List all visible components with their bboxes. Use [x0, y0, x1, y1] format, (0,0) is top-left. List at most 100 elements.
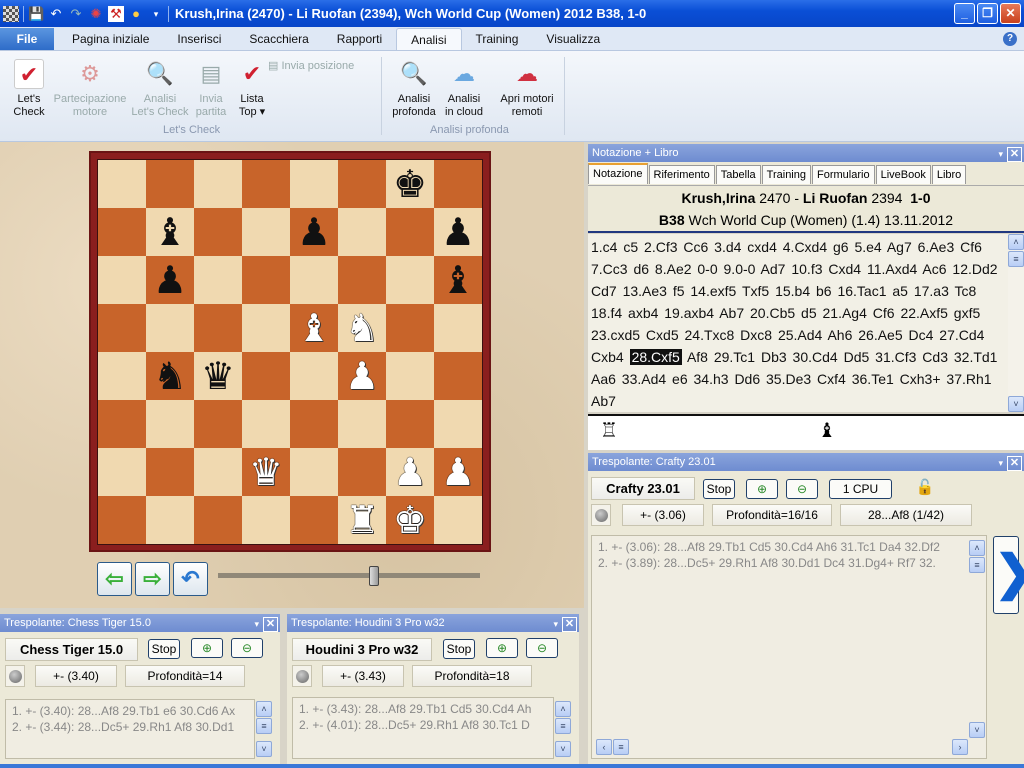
- engine-name[interactable]: Houdini 3 Pro w32: [292, 638, 432, 661]
- scroll-thumb[interactable]: ≡: [969, 557, 985, 573]
- houdini-analysis-lines[interactable]: 1. +- (3.43): 28...Af8 29.Tb1 Cd5 30.Cd4…: [292, 697, 554, 759]
- square-g4[interactable]: [386, 352, 434, 400]
- moves-before[interactable]: 1.c4 c5 2.Cf3 Cc6 3.d4 cxd4 4.Cxd4 g6 5.…: [591, 239, 998, 365]
- white-queen-icon[interactable]: ♛: [249, 453, 283, 491]
- square-d8[interactable]: [242, 160, 290, 208]
- analisi-in-cloud-button[interactable]: ☁ Analisi in cloud: [440, 59, 488, 119]
- scroll-thumb[interactable]: ≡: [1008, 251, 1024, 267]
- square-c7[interactable]: [194, 208, 242, 256]
- undo-icon[interactable]: ↶: [48, 6, 64, 22]
- takeback-button[interactable]: ↶: [173, 562, 208, 596]
- replay-slider-track[interactable]: [218, 573, 480, 578]
- notation-moves[interactable]: 1.c4 c5 2.Cf3 Cc6 3.d4 cxd4 4.Cxd4 g6 5.…: [588, 234, 1008, 412]
- black-pawn-icon[interactable]: ♟: [153, 261, 187, 299]
- square-g1[interactable]: ♚: [386, 496, 434, 544]
- minimize-button[interactable]: _: [954, 3, 975, 24]
- lista-top-button[interactable]: ✔ Lista Top ▾: [233, 59, 271, 119]
- square-a3[interactable]: [98, 400, 146, 448]
- white-pawn-icon[interactable]: ♟: [441, 453, 475, 491]
- square-b3[interactable]: [146, 400, 194, 448]
- square-d3[interactable]: [242, 400, 290, 448]
- scroll-left-icon[interactable]: ‹: [596, 739, 612, 755]
- file-menu[interactable]: File: [0, 28, 54, 50]
- scroll-thumb[interactable]: ≡: [256, 718, 272, 734]
- replay-slider-thumb[interactable]: [369, 566, 379, 586]
- square-a5[interactable]: [98, 304, 146, 352]
- scroll-right-icon[interactable]: ›: [952, 739, 968, 755]
- white-pawn-icon[interactable]: ♟: [345, 357, 379, 395]
- tab-riferimento[interactable]: Riferimento: [648, 165, 715, 184]
- square-f4[interactable]: ♟: [338, 352, 386, 400]
- scroll-up-icon[interactable]: ˄: [1008, 234, 1024, 250]
- tab-livebook[interactable]: LiveBook: [875, 165, 931, 184]
- square-c6[interactable]: [194, 256, 242, 304]
- zoom-in-icon[interactable]: ⊕: [486, 638, 518, 658]
- next-engine-arrow-button[interactable]: ❯: [993, 536, 1024, 614]
- square-d5[interactable]: [242, 304, 290, 352]
- zoom-in-icon[interactable]: ⊕: [191, 638, 223, 658]
- white-king-icon[interactable]: ♚: [393, 501, 427, 539]
- black-king-icon[interactable]: ♚: [393, 165, 427, 203]
- invia-posizione-button[interactable]: ▤ Invia posizione: [268, 60, 378, 73]
- scroll-up-icon[interactable]: ˄: [256, 701, 272, 717]
- help-icon[interactable]: ?: [1003, 32, 1017, 46]
- square-b5[interactable]: [146, 304, 194, 352]
- square-e7[interactable]: ♟: [290, 208, 338, 256]
- scroll-down-icon[interactable]: ˅: [969, 722, 985, 738]
- square-h8[interactable]: [434, 160, 482, 208]
- square-h5[interactable]: [434, 304, 482, 352]
- square-c5[interactable]: [194, 304, 242, 352]
- tab-notazione[interactable]: Notazione: [588, 163, 648, 184]
- tab-formulario[interactable]: Formulario: [812, 165, 875, 184]
- square-g6[interactable]: [386, 256, 434, 304]
- square-e8[interactable]: [290, 160, 338, 208]
- tab-libro[interactable]: Libro: [931, 165, 967, 184]
- tab-visualizza[interactable]: Visualizza: [532, 28, 614, 50]
- lightbulb-icon[interactable]: ●: [128, 6, 144, 22]
- dropdown-icon[interactable]: ▾: [553, 615, 558, 633]
- square-e1[interactable]: [290, 496, 338, 544]
- black-bishop-icon[interactable]: ♝: [441, 261, 475, 299]
- square-g2[interactable]: ♟: [386, 448, 434, 496]
- zoom-in-icon[interactable]: ⊕: [746, 479, 778, 499]
- hscroll-thumb[interactable]: ≡: [613, 739, 629, 755]
- square-b7[interactable]: ♝: [146, 208, 194, 256]
- square-h3[interactable]: [434, 400, 482, 448]
- tab-pagina-iniziale[interactable]: Pagina iniziale: [58, 28, 163, 50]
- partecipazione-motore-button[interactable]: ⚙ Partecipazione motore: [50, 59, 130, 119]
- dropdown-icon[interactable]: ▾: [998, 454, 1003, 472]
- square-a6[interactable]: [98, 256, 146, 304]
- cpu-button[interactable]: 1 CPU: [829, 479, 892, 499]
- analysis-line[interactable]: 1. +- (3.43): 28...Af8 29.Tb1 Cd5 30.Cd4…: [299, 701, 547, 717]
- square-a2[interactable]: [98, 448, 146, 496]
- tool-icon[interactable]: ⚒: [108, 5, 124, 22]
- square-h1[interactable]: [434, 496, 482, 544]
- tab-training[interactable]: Training: [761, 165, 811, 184]
- square-c4[interactable]: ♛: [194, 352, 242, 400]
- close-icon[interactable]: ✕: [1007, 146, 1022, 162]
- analysis-line[interactable]: 1. +- (3.40): 28...Af8 29.Tb1 e6 30.Cd6 …: [12, 703, 248, 719]
- back-arrow-button[interactable]: ⇦: [97, 562, 132, 596]
- crafty-analysis-lines[interactable]: 1. +- (3.06): 28...Af8 29.Tb1 Cd5 30.Cd4…: [591, 535, 987, 759]
- square-a4[interactable]: [98, 352, 146, 400]
- analysis-line[interactable]: 2. +- (3.44): 28...Dc5+ 29.Rh1 Af8 30.Dd…: [12, 719, 248, 735]
- square-c2[interactable]: [194, 448, 242, 496]
- black-pawn-icon[interactable]: ♟: [297, 213, 331, 251]
- black-pawn-icon[interactable]: ♟: [441, 213, 475, 251]
- square-h4[interactable]: [434, 352, 482, 400]
- square-d1[interactable]: [242, 496, 290, 544]
- analysis-line[interactable]: 2. +- (4.01): 28...Dc5+ 29.Rh1 Af8 30.Tc…: [299, 717, 547, 733]
- zoom-out-icon[interactable]: ⊖: [786, 479, 818, 499]
- close-button[interactable]: ✕: [1000, 3, 1021, 24]
- scroll-down-icon[interactable]: ˅: [256, 741, 272, 757]
- square-f7[interactable]: [338, 208, 386, 256]
- square-f3[interactable]: [338, 400, 386, 448]
- crafty-vscrollbar[interactable]: ˄ ≡ ˅: [969, 540, 985, 738]
- close-icon[interactable]: ✕: [1007, 455, 1022, 471]
- scroll-down-icon[interactable]: ˅: [1008, 396, 1024, 412]
- square-b6[interactable]: ♟: [146, 256, 194, 304]
- analysis-line[interactable]: 2. +- (3.89): 28...Dc5+ 29.Rh1 Af8 30.Dd…: [598, 555, 980, 571]
- square-c3[interactable]: [194, 400, 242, 448]
- square-c8[interactable]: [194, 160, 242, 208]
- save-icon[interactable]: 💾: [28, 6, 44, 22]
